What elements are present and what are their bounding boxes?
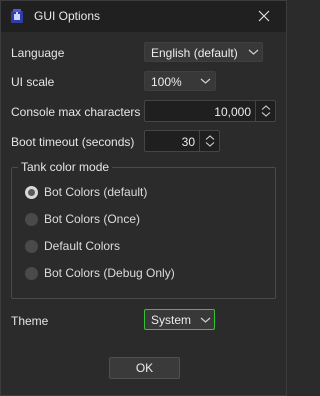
language-label: Language bbox=[11, 46, 65, 60]
language-value: English (default) bbox=[151, 46, 238, 60]
ui-scale-label: UI scale bbox=[11, 75, 55, 89]
up-down-icon bbox=[205, 135, 215, 147]
radio-button[interactable] bbox=[25, 267, 38, 280]
radio-label: Default Colors bbox=[44, 239, 121, 253]
tank-app-icon bbox=[10, 9, 24, 24]
close-icon bbox=[258, 10, 270, 22]
up-down-icon bbox=[261, 105, 271, 117]
radio-button[interactable] bbox=[25, 186, 38, 199]
window-title: GUI Options bbox=[34, 9, 101, 23]
theme-value: System bbox=[151, 313, 192, 327]
ok-button[interactable]: OK bbox=[109, 357, 180, 379]
boot-timeout-value: 30 bbox=[181, 135, 195, 149]
tank-color-mode-title: Tank color mode bbox=[18, 160, 113, 174]
radio-label: Bot Colors (Once) bbox=[44, 212, 141, 226]
radio-label: Bot Colors (default) bbox=[44, 185, 148, 199]
language-dropdown[interactable]: English (default) bbox=[144, 42, 263, 62]
radio-label: Bot Colors (Debug Only) bbox=[44, 266, 175, 280]
console-max-value: 10,000 bbox=[214, 105, 251, 119]
console-max-stepper[interactable] bbox=[255, 101, 275, 121]
console-max-spinbox[interactable]: 10,000 bbox=[144, 100, 276, 122]
gui-options-dialog: GUI Options Language English (default) U… bbox=[0, 0, 287, 396]
close-button[interactable] bbox=[251, 4, 277, 28]
boot-timeout-label: Boot timeout (seconds) bbox=[11, 135, 135, 149]
radio-button[interactable] bbox=[25, 213, 38, 226]
chevron-down-icon bbox=[248, 49, 259, 55]
theme-label: Theme bbox=[11, 314, 49, 328]
console-max-label: Console max characters bbox=[11, 105, 141, 119]
ui-scale-value: 100% bbox=[151, 75, 182, 89]
boot-timeout-stepper[interactable] bbox=[199, 131, 219, 151]
radio-button[interactable] bbox=[25, 240, 38, 253]
theme-dropdown[interactable]: System bbox=[144, 309, 215, 330]
chevron-down-icon bbox=[200, 78, 211, 84]
title-bar[interactable]: GUI Options bbox=[1, 1, 286, 32]
ui-scale-dropdown[interactable]: 100% bbox=[144, 71, 216, 91]
boot-timeout-spinbox[interactable]: 30 bbox=[144, 130, 220, 152]
chevron-down-icon bbox=[200, 317, 211, 323]
